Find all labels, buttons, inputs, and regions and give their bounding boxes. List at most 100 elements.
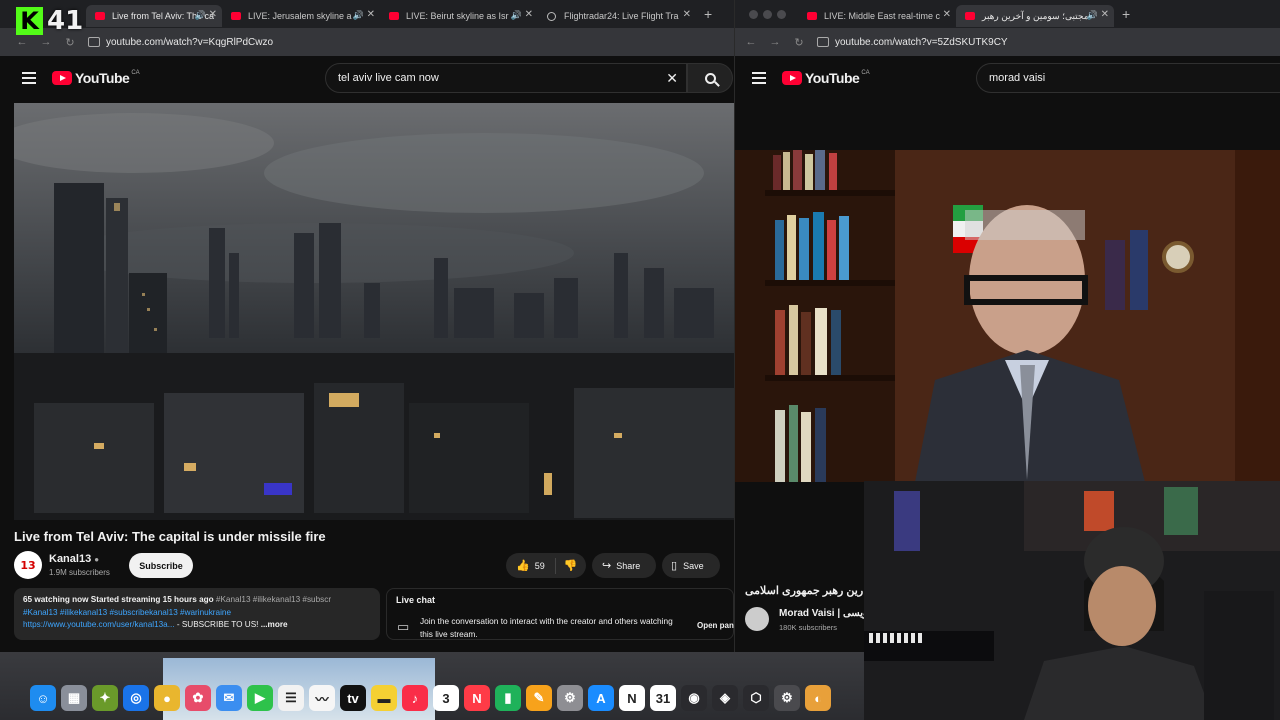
close-tab-icon[interactable]: ✕ bbox=[943, 9, 951, 20]
viewer-count: 41 bbox=[47, 6, 84, 36]
close-tab-icon[interactable]: ✕ bbox=[209, 9, 217, 20]
city-skyline-image bbox=[14, 103, 734, 520]
pages-icon[interactable]: ✎ bbox=[526, 685, 552, 711]
facetime-icon[interactable]: ▶ bbox=[247, 685, 273, 711]
reminders-icon[interactable]: ☰ bbox=[278, 685, 304, 711]
utility-a-icon[interactable]: ◉ bbox=[681, 685, 707, 711]
video-description[interactable]: 65 watching now Started streaming 15 hou… bbox=[14, 588, 380, 640]
youtube-favicon-icon bbox=[807, 12, 817, 20]
channel-link[interactable]: https://www.youtube.com/user/kanal13a... bbox=[23, 620, 175, 629]
notion-icon[interactable]: N bbox=[619, 685, 645, 711]
back-icon[interactable]: ← bbox=[10, 36, 34, 48]
calendar-31-icon[interactable]: 31 bbox=[650, 685, 676, 711]
hashtags[interactable]: #Kanal13 #ilikekanal13 #subscribekanal13… bbox=[23, 607, 371, 620]
tab-beirut[interactable]: LIVE: Beirut skyline as Isr 🔊 ✕ bbox=[380, 5, 538, 27]
url-field[interactable]: youtube.com/watch?v=KqgRlPdCwzo bbox=[106, 37, 273, 48]
right-address-bar: ← → ↻ youtube.com/watch?v=5ZdSKUTK9CY bbox=[735, 28, 1280, 56]
reload-icon[interactable]: ↻ bbox=[787, 36, 811, 49]
utility-c-icon[interactable]: ⚙ bbox=[774, 685, 800, 711]
open-panel-button[interactable]: Open pan bbox=[697, 621, 734, 630]
close-tab-icon[interactable]: ✕ bbox=[1101, 9, 1109, 20]
url-field[interactable]: youtube.com/watch?v=5ZdSKUTK9CY bbox=[835, 37, 1008, 48]
tab-morad-vaisi[interactable]: مجتبی؛ سومین و آخرین رهبر 🔊 ✕ bbox=[956, 5, 1114, 27]
forward-icon[interactable]: → bbox=[34, 36, 58, 48]
channel-avatar[interactable] bbox=[745, 607, 769, 631]
video-player[interactable] bbox=[14, 103, 734, 520]
dislike-icon[interactable]: 👎 bbox=[564, 559, 578, 572]
speaker-icon[interactable]: 🔊 bbox=[1087, 10, 1098, 21]
subscribe-button[interactable]: Subscribe bbox=[129, 553, 193, 578]
streamer-webcam bbox=[864, 481, 1280, 720]
system-settings-icon[interactable]: ⚙ bbox=[557, 685, 583, 711]
tab-middle-east[interactable]: LIVE: Middle East real-time c ✕ bbox=[798, 5, 956, 27]
speaker-icon[interactable]: 🔊 bbox=[353, 10, 364, 21]
safari-icon[interactable]: ◎ bbox=[123, 685, 149, 711]
site-info-icon[interactable] bbox=[817, 37, 829, 47]
channel-name[interactable]: Kanal13 ● bbox=[49, 553, 99, 565]
reload-icon[interactable]: ↻ bbox=[58, 36, 82, 49]
more-link[interactable]: ...more bbox=[261, 620, 288, 629]
search-input[interactable]: tel aviv live cam now ✕ bbox=[325, 63, 687, 93]
close-tab-icon[interactable]: ✕ bbox=[683, 9, 691, 20]
tab-tel-aviv[interactable]: Live from Tel Aviv: The ca 🔊 ✕ bbox=[86, 5, 222, 27]
numbers-icon[interactable]: ▮ bbox=[495, 685, 521, 711]
youtube-favicon-icon bbox=[95, 12, 105, 20]
window-controls[interactable] bbox=[749, 9, 786, 19]
freeform-icon[interactable]: 〰 bbox=[309, 685, 335, 711]
left-tab-strip: Live from Tel Aviv: The ca 🔊 ✕ LIVE: Jer… bbox=[0, 0, 734, 28]
notes-icon[interactable]: ▬ bbox=[371, 685, 397, 711]
forward-icon[interactable]: → bbox=[763, 36, 787, 48]
search-button[interactable] bbox=[687, 63, 733, 93]
save-button[interactable]: ▯ Save bbox=[662, 553, 720, 578]
channel-avatar[interactable]: 13 bbox=[14, 551, 42, 579]
music-icon[interactable]: ♪ bbox=[402, 685, 428, 711]
new-tab-icon[interactable]: + bbox=[1122, 6, 1130, 22]
news-icon[interactable]: N bbox=[464, 685, 490, 711]
maps-tool-icon[interactable]: ✦ bbox=[92, 685, 118, 711]
site-info-icon[interactable] bbox=[88, 37, 100, 47]
chrome-icon[interactable]: ● bbox=[154, 685, 180, 711]
like-count[interactable]: 59 bbox=[535, 561, 545, 571]
video-title: رین رهبر جمهوری اسلامی bbox=[745, 585, 864, 597]
live-chat-panel: Live chat ▭ Join the conversation to int… bbox=[386, 588, 734, 640]
launchpad-icon[interactable]: ▦ bbox=[61, 685, 87, 711]
speaker-icon[interactable]: 🔊 bbox=[195, 10, 206, 21]
menu-icon[interactable] bbox=[22, 69, 36, 87]
mail-icon[interactable]: ✉ bbox=[216, 685, 242, 711]
close-tab-icon[interactable]: ✕ bbox=[525, 9, 533, 20]
clear-search-icon[interactable]: ✕ bbox=[666, 70, 678, 87]
video-player[interactable] bbox=[735, 150, 1280, 482]
tab-jerusalem[interactable]: LIVE: Jerusalem skyline a 🔊 ✕ bbox=[222, 5, 380, 27]
youtube-favicon-icon bbox=[389, 12, 399, 20]
app-store-icon[interactable]: A bbox=[588, 685, 614, 711]
calendar-icon[interactable]: 3 bbox=[433, 685, 459, 711]
subscriber-count: 180K subscribers bbox=[779, 623, 837, 632]
verified-icon: ● bbox=[94, 555, 100, 564]
webcam-image bbox=[864, 481, 1280, 720]
new-tab-icon[interactable]: + bbox=[704, 6, 712, 22]
like-dislike-group: 👍 59 👎 bbox=[506, 553, 586, 578]
menu-icon[interactable] bbox=[752, 69, 766, 87]
like-icon[interactable]: 👍 bbox=[516, 559, 530, 572]
kick-viewer-badge: K 41 bbox=[16, 6, 83, 36]
apple-tv-icon[interactable]: tv bbox=[340, 685, 366, 711]
share-button[interactable]: ↪ Share bbox=[592, 553, 656, 578]
utility-b-icon[interactable]: ◈ bbox=[712, 685, 738, 711]
channel-name[interactable]: Morad Vaisi | ویسی bbox=[779, 608, 868, 619]
logic-icon[interactable]: ◐ bbox=[805, 685, 831, 711]
photos-icon[interactable]: ✿ bbox=[185, 685, 211, 711]
studio-bookshelf-image bbox=[735, 150, 1280, 482]
speaker-icon[interactable]: 🔊 bbox=[511, 10, 522, 21]
youtube-favicon-icon bbox=[231, 12, 241, 20]
unity-icon[interactable]: ⬡ bbox=[743, 685, 769, 711]
finder-icon[interactable]: ☺ bbox=[30, 685, 56, 711]
youtube-logo[interactable]: YouTube CA bbox=[52, 70, 140, 86]
bookmark-icon: ▯ bbox=[671, 560, 678, 572]
tab-flightradar[interactable]: Flightradar24: Live Flight Tra ✕ bbox=[538, 5, 696, 27]
youtube-favicon-icon bbox=[965, 12, 975, 20]
search-input[interactable]: morad vaisi bbox=[976, 63, 1280, 93]
back-icon[interactable]: ← bbox=[739, 36, 763, 48]
close-tab-icon[interactable]: ✕ bbox=[367, 9, 375, 20]
youtube-play-icon bbox=[52, 71, 72, 85]
youtube-logo[interactable]: YouTube CA bbox=[782, 70, 870, 86]
